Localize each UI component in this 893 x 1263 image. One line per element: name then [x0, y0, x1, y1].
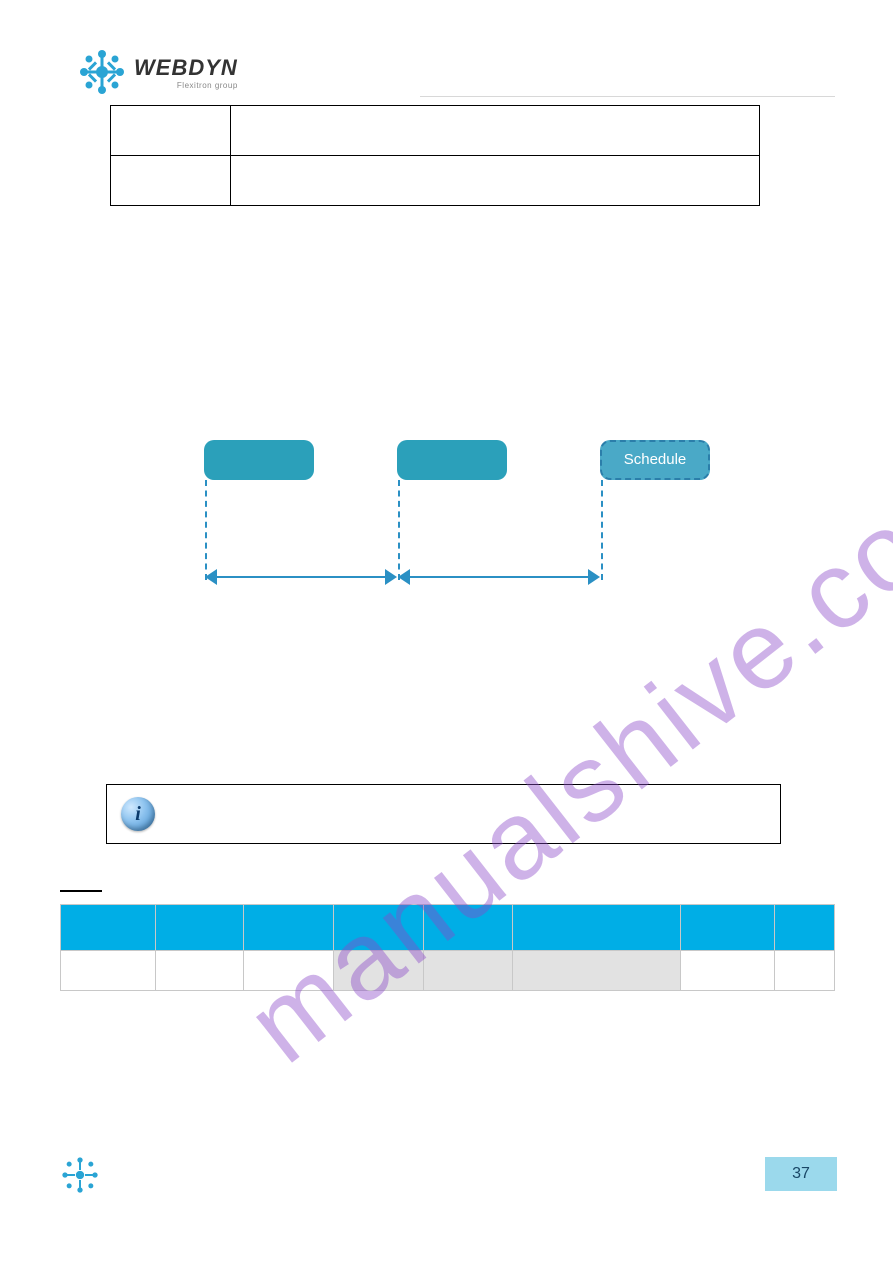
schedule-block-3: Schedule — [600, 440, 710, 480]
table-cell — [155, 951, 243, 991]
table-header-row — [61, 905, 835, 951]
parameter-table-top — [110, 105, 760, 206]
table-row — [111, 106, 760, 156]
table-cell — [111, 156, 231, 206]
schedule-diagram: Schedule — [200, 440, 740, 640]
table-header-cell — [681, 905, 775, 951]
table-cell — [513, 951, 681, 991]
table-cell — [243, 951, 333, 991]
table-header-cell — [513, 905, 681, 951]
arrow-head-icon — [398, 569, 410, 585]
data-table-bottom — [60, 904, 835, 991]
table-header-cell — [775, 905, 835, 951]
table-row — [61, 951, 835, 991]
table-row — [111, 156, 760, 206]
dash-line — [398, 480, 400, 580]
table-cell — [423, 951, 513, 991]
table-cell — [61, 951, 156, 991]
table-header-cell — [61, 905, 156, 951]
table-header-cell — [333, 905, 423, 951]
schedule-block-1 — [204, 440, 314, 480]
dash-line — [205, 480, 207, 580]
table-header-cell — [243, 905, 333, 951]
table-header-cell — [423, 905, 513, 951]
page-container: WEBDYN Flexitron group Schedule i — [0, 0, 893, 1263]
schedule-block-2 — [397, 440, 507, 480]
arrow-head-icon — [588, 569, 600, 585]
footer-logo-icon — [60, 1155, 100, 1200]
header-divider — [420, 96, 835, 97]
brand-name: WEBDYN — [134, 55, 238, 81]
table-cell — [775, 951, 835, 991]
interval-arrow-2 — [402, 576, 598, 578]
table-cell — [231, 156, 760, 206]
dash-line — [601, 480, 603, 580]
page-number-badge: 37 — [765, 1157, 837, 1191]
table-header-cell — [155, 905, 243, 951]
interval-arrow-1 — [209, 576, 395, 578]
arrow-head-icon — [385, 569, 397, 585]
brand-subtext: Flexitron group — [134, 81, 238, 90]
logo-mark-icon — [78, 48, 126, 96]
brand-logo: WEBDYN Flexitron group — [78, 48, 238, 96]
table-cell — [111, 106, 231, 156]
info-icon: i — [121, 797, 155, 831]
table-cell — [231, 106, 760, 156]
info-callout: i — [106, 784, 781, 844]
arrow-head-icon — [205, 569, 217, 585]
table-cell — [681, 951, 775, 991]
table-annotation-dash — [60, 890, 102, 892]
brand-text: WEBDYN Flexitron group — [134, 55, 238, 90]
table-cell — [333, 951, 423, 991]
